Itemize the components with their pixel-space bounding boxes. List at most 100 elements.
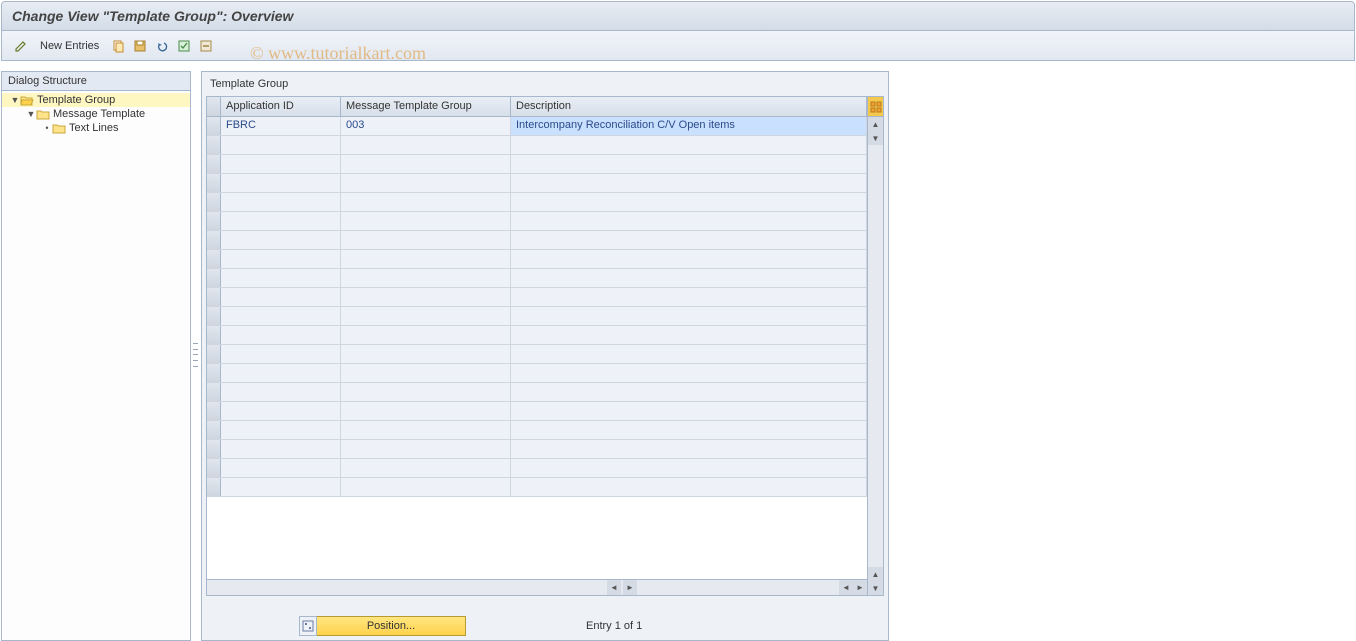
cell-empty[interactable] [341, 269, 511, 287]
table-row-empty[interactable] [207, 421, 867, 440]
cell-empty[interactable] [511, 212, 867, 230]
row-selector[interactable] [207, 345, 221, 363]
undo-icon[interactable] [153, 37, 171, 55]
cell-empty[interactable] [511, 174, 867, 192]
cell-empty[interactable] [511, 288, 867, 306]
cell-empty[interactable] [221, 440, 341, 458]
column-header-description[interactable]: Description [511, 97, 867, 116]
row-selector[interactable] [207, 212, 221, 230]
scroll-up-icon[interactable]: ▲ [868, 117, 883, 131]
cell-empty[interactable] [341, 231, 511, 249]
cell-empty[interactable] [511, 269, 867, 287]
cell-empty[interactable] [221, 383, 341, 401]
cell-empty[interactable] [341, 193, 511, 211]
table-row-empty[interactable] [207, 326, 867, 345]
cell-empty[interactable] [511, 402, 867, 420]
cell-empty[interactable] [511, 193, 867, 211]
cell-empty[interactable] [341, 174, 511, 192]
column-header-application-id[interactable]: Application ID [221, 97, 341, 116]
cell-empty[interactable] [511, 478, 867, 496]
cell-empty[interactable] [221, 212, 341, 230]
row-selector[interactable] [207, 440, 221, 458]
cell-empty[interactable] [511, 307, 867, 325]
row-selector[interactable] [207, 155, 221, 173]
cell-description[interactable]: Intercompany Reconciliation C/V Open ite… [511, 117, 867, 135]
cell-empty[interactable] [221, 269, 341, 287]
scroll-left-icon[interactable]: ◄ [607, 580, 621, 595]
row-selector[interactable] [207, 459, 221, 477]
table-row-empty[interactable] [207, 383, 867, 402]
scroll-left-end-icon[interactable]: ◄ [839, 580, 853, 595]
row-selector[interactable] [207, 383, 221, 401]
table-row-empty[interactable] [207, 478, 867, 497]
row-selector[interactable] [207, 288, 221, 306]
cell-empty[interactable] [221, 345, 341, 363]
tree-item-message-template[interactable]: ▼Message Template [2, 107, 190, 121]
table-row-empty[interactable] [207, 193, 867, 212]
table-row-empty[interactable] [207, 402, 867, 421]
table-row-empty[interactable] [207, 250, 867, 269]
select-all-icon[interactable] [175, 37, 193, 55]
cell-empty[interactable] [221, 136, 341, 154]
cell-empty[interactable] [221, 459, 341, 477]
cell-empty[interactable] [221, 307, 341, 325]
table-row-empty[interactable] [207, 364, 867, 383]
table-row[interactable]: FBRC003Intercompany Reconciliation C/V O… [207, 117, 867, 136]
new-entries-button[interactable]: New Entries [34, 38, 105, 54]
scroll-down-end-icon[interactable]: ▼ [868, 581, 883, 595]
row-selector[interactable] [207, 364, 221, 382]
cell-empty[interactable] [341, 440, 511, 458]
cell-empty[interactable] [221, 326, 341, 344]
cell-empty[interactable] [341, 478, 511, 496]
column-header-message-template-group[interactable]: Message Template Group [341, 97, 511, 116]
cell-empty[interactable] [511, 345, 867, 363]
row-selector[interactable] [207, 421, 221, 439]
row-selector[interactable] [207, 136, 221, 154]
table-settings-icon[interactable] [868, 97, 883, 117]
cell-empty[interactable] [221, 231, 341, 249]
collapse-icon[interactable]: ▼ [26, 109, 36, 119]
row-selector[interactable] [207, 402, 221, 420]
horizontal-scrollbar[interactable]: ◄ ► ◄ ► [207, 579, 867, 595]
cell-empty[interactable] [221, 193, 341, 211]
cell-empty[interactable] [221, 478, 341, 496]
cell-empty[interactable] [511, 364, 867, 382]
cell-empty[interactable] [341, 345, 511, 363]
row-selector[interactable] [207, 478, 221, 496]
row-selector[interactable] [207, 326, 221, 344]
cell-empty[interactable] [341, 459, 511, 477]
cell-empty[interactable] [341, 421, 511, 439]
cell-empty[interactable] [511, 459, 867, 477]
cell-empty[interactable] [511, 250, 867, 268]
cell-empty[interactable] [341, 250, 511, 268]
cell-message-template-group[interactable]: 003 [341, 117, 511, 135]
scroll-right-icon[interactable]: ► [623, 580, 637, 595]
cell-empty[interactable] [511, 231, 867, 249]
scroll-up-end-icon[interactable]: ▲ [868, 567, 883, 581]
table-row-empty[interactable] [207, 212, 867, 231]
position-button[interactable]: Position... [316, 616, 466, 636]
cell-empty[interactable] [221, 402, 341, 420]
toggle-edit-icon[interactable] [12, 37, 30, 55]
cell-empty[interactable] [221, 250, 341, 268]
cell-empty[interactable] [511, 155, 867, 173]
cell-empty[interactable] [221, 364, 341, 382]
cell-empty[interactable] [341, 288, 511, 306]
table-row-empty[interactable] [207, 269, 867, 288]
row-selector[interactable] [207, 117, 221, 135]
cell-empty[interactable] [511, 383, 867, 401]
row-selector[interactable] [207, 174, 221, 192]
cell-empty[interactable] [511, 326, 867, 344]
deselect-all-icon[interactable] [197, 37, 215, 55]
row-selector[interactable] [207, 231, 221, 249]
cell-empty[interactable] [511, 440, 867, 458]
scroll-right-end-icon[interactable]: ► [853, 580, 867, 595]
cell-empty[interactable] [221, 174, 341, 192]
cell-empty[interactable] [341, 326, 511, 344]
cell-empty[interactable] [341, 364, 511, 382]
table-row-empty[interactable] [207, 440, 867, 459]
cell-empty[interactable] [341, 383, 511, 401]
row-selector-header[interactable] [207, 97, 221, 116]
table-row-empty[interactable] [207, 459, 867, 478]
cell-application-id[interactable]: FBRC [221, 117, 341, 135]
